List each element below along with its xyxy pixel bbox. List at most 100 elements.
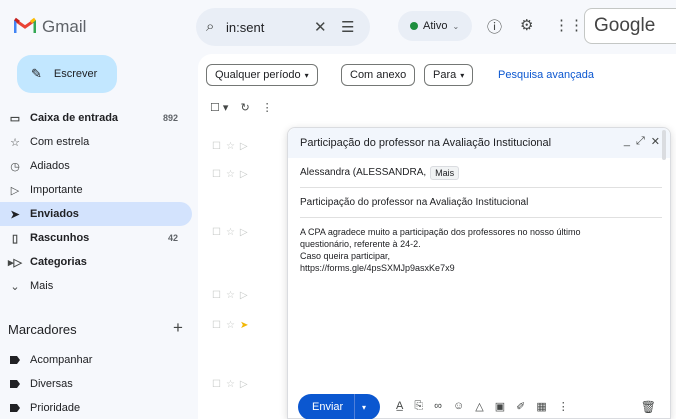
sidebar-item-label: Caixa de entrada: [30, 112, 119, 124]
close-icon[interactable]: ✕: [651, 135, 660, 148]
sidebar-nav: ▭ Caixa de entrada 892 ☆ Com estrela ◷ A…: [0, 106, 192, 298]
search-bar[interactable]: ⌕ in:sent ✕ ☰: [196, 8, 370, 46]
draft-icon: ▯: [11, 232, 19, 245]
apps-grid-icon[interactable]: ⋮⋮: [554, 16, 584, 34]
label-item[interactable]: Prioridade: [0, 396, 192, 419]
sidebar-item-label: Categorias: [30, 256, 87, 268]
more-recipients-chip[interactable]: Mais: [430, 165, 460, 180]
body-line: Caso queira participar,: [300, 251, 391, 261]
attach-icon[interactable]: ⎘: [414, 400, 423, 413]
trash-icon[interactable]: 🗑: [641, 400, 656, 414]
subject-field[interactable]: Participação do professor na Avaliação I…: [300, 188, 662, 218]
table-row[interactable]: ☐☆➤: [212, 320, 253, 331]
table-row[interactable]: ☐☆▷: [212, 227, 253, 238]
label-outline-icon: ▸▷: [8, 256, 22, 269]
image-icon[interactable]: ▣: [495, 400, 505, 413]
dropdown-caret-icon: ▾: [304, 70, 309, 80]
google-account-box[interactable]: Google: [584, 8, 676, 44]
body-line: A CPA agradece muito a participação dos …: [300, 227, 581, 237]
sidebar-item-label: Adiados: [30, 160, 70, 172]
label-item[interactable]: Diversas: [0, 372, 192, 396]
send-button[interactable]: Enviar ▾: [298, 394, 380, 419]
filter-label: Qualquer período: [215, 69, 301, 81]
schedule-icon[interactable]: ▦: [536, 400, 546, 413]
help-icon[interactable]: ⓘ: [487, 16, 502, 37]
active-status-dot-icon: [410, 22, 418, 30]
minimize-icon[interactable]: _: [624, 135, 630, 148]
sidebar-item-drafts[interactable]: ▯ Rascunhos 42: [0, 226, 192, 250]
add-label-icon[interactable]: +: [173, 318, 183, 338]
top-bar: Gmail ⌕ in:sent ✕ ☰ Ativo ⌄ ⓘ ⚙ ⋮⋮ Googl…: [0, 0, 676, 54]
table-row[interactable]: ☐☆▷: [212, 169, 253, 180]
drive-icon[interactable]: △: [475, 400, 483, 413]
filter-to[interactable]: Para ▾: [424, 64, 474, 86]
filter-any-time[interactable]: Qualquer período ▾: [206, 64, 318, 86]
more-options-icon[interactable]: ⋮: [558, 400, 569, 413]
refresh-icon[interactable]: ↻: [240, 101, 249, 114]
compose-button[interactable]: ✎ Escrever: [17, 55, 117, 93]
labels-heading: Marcadores: [8, 322, 77, 337]
subject-value: Participação do professor na Avaliação I…: [300, 197, 529, 208]
status-selector[interactable]: Ativo ⌄: [398, 11, 472, 41]
labels-list: Acompanhar Diversas Prioridade: [0, 348, 192, 419]
chevron-down-icon: ⌄: [10, 280, 20, 293]
table-row[interactable]: ☐☆▷: [212, 290, 253, 301]
compose-label: Escrever: [53, 68, 98, 80]
star-icon: ☆: [10, 136, 20, 149]
advanced-search-link[interactable]: Pesquisa avançada: [498, 69, 594, 81]
settings-gear-icon[interactable]: ⚙: [520, 16, 533, 34]
filter-has-attachment[interactable]: Com anexo: [341, 64, 416, 86]
recipients-field[interactable]: Alessandra (ALESSANDRA, Mais: [300, 158, 662, 188]
label-item[interactable]: Acompanhar: [0, 348, 192, 372]
sidebar-item-label: Enviados: [30, 208, 79, 220]
message-body[interactable]: A CPA agradece muito a participação dos …: [300, 226, 660, 274]
select-all-checkbox[interactable]: ☐ ▾: [210, 101, 228, 114]
label-tag-icon: [10, 356, 20, 364]
clock-icon: ◷: [10, 160, 20, 173]
popup-scrollbar[interactable]: [662, 130, 666, 160]
clear-search-icon[interactable]: ✕: [314, 18, 327, 36]
link-icon[interactable]: ∞: [434, 400, 442, 413]
popup-controls: _ ⤢ ✕: [624, 135, 660, 148]
more-vert-icon[interactable]: ⋮: [262, 101, 273, 114]
sidebar-item-label: Mais: [30, 280, 54, 292]
search-input[interactable]: in:sent: [226, 20, 264, 35]
signature-icon[interactable]: ✐: [516, 400, 525, 413]
popup-title: Participação do professor na Avaliação I…: [300, 137, 552, 149]
sidebar-item-label: Com estrela: [30, 136, 90, 148]
send-options-caret-icon[interactable]: ▾: [355, 403, 366, 412]
format-text-icon[interactable]: A̲: [396, 400, 403, 413]
list-toolbar: ☐ ▾ ↻ ⋮: [210, 101, 273, 114]
label-tag-icon: [10, 404, 20, 412]
important-marker-icon: ➤: [239, 320, 254, 331]
sidebar-item-starred[interactable]: ☆ Com estrela: [0, 130, 192, 154]
send-label: Enviar: [312, 401, 344, 413]
gmail-logo[interactable]: Gmail: [13, 16, 86, 38]
sidebar-item-sent[interactable]: ➤ Enviados: [0, 202, 192, 226]
sidebar-item-inbox[interactable]: ▭ Caixa de entrada 892: [0, 106, 192, 130]
popup-header[interactable]: Participação do professor na Avaliação I…: [288, 128, 670, 158]
body-line: https://forms.gle/4psSXMJp9asxKe7x9: [300, 263, 455, 273]
message-popup: Participação do professor na Avaliação I…: [287, 127, 671, 419]
sidebar-item-categories[interactable]: ▸▷ Categorias: [0, 250, 192, 274]
table-row[interactable]: ☐☆▷: [212, 141, 253, 152]
search-icon[interactable]: ⌕: [206, 18, 214, 35]
inbox-icon: ▭: [9, 112, 21, 125]
search-options-icon[interactable]: ☰: [341, 18, 354, 36]
format-toolbar: A̲ ⎘ ∞ ☺ △ ▣ ✐ ▦ ⋮: [396, 400, 569, 413]
pencil-icon: ✎: [31, 66, 42, 81]
sidebar-item-more[interactable]: ⌄ Mais: [0, 274, 192, 298]
label-item-label: Diversas: [30, 378, 73, 390]
label-item-label: Acompanhar: [30, 354, 93, 366]
emoji-icon[interactable]: ☺: [453, 400, 464, 413]
filter-label: Para: [433, 69, 457, 81]
expand-icon[interactable]: ⤢: [636, 135, 645, 148]
recipient-name: Alessandra (ALESSANDRA,: [300, 167, 427, 178]
sidebar-item-snoozed[interactable]: ◷ Adiados: [0, 154, 192, 178]
sidebar-item-label: Importante: [30, 184, 83, 196]
body-line: questionário, referente à 24-2.: [300, 239, 421, 249]
chevron-down-icon: ⌄: [452, 21, 460, 31]
table-row[interactable]: ☐☆▷: [212, 379, 253, 390]
sidebar-item-important[interactable]: ▷ Importante: [0, 178, 192, 202]
dropdown-caret-icon: ▾: [460, 70, 465, 80]
